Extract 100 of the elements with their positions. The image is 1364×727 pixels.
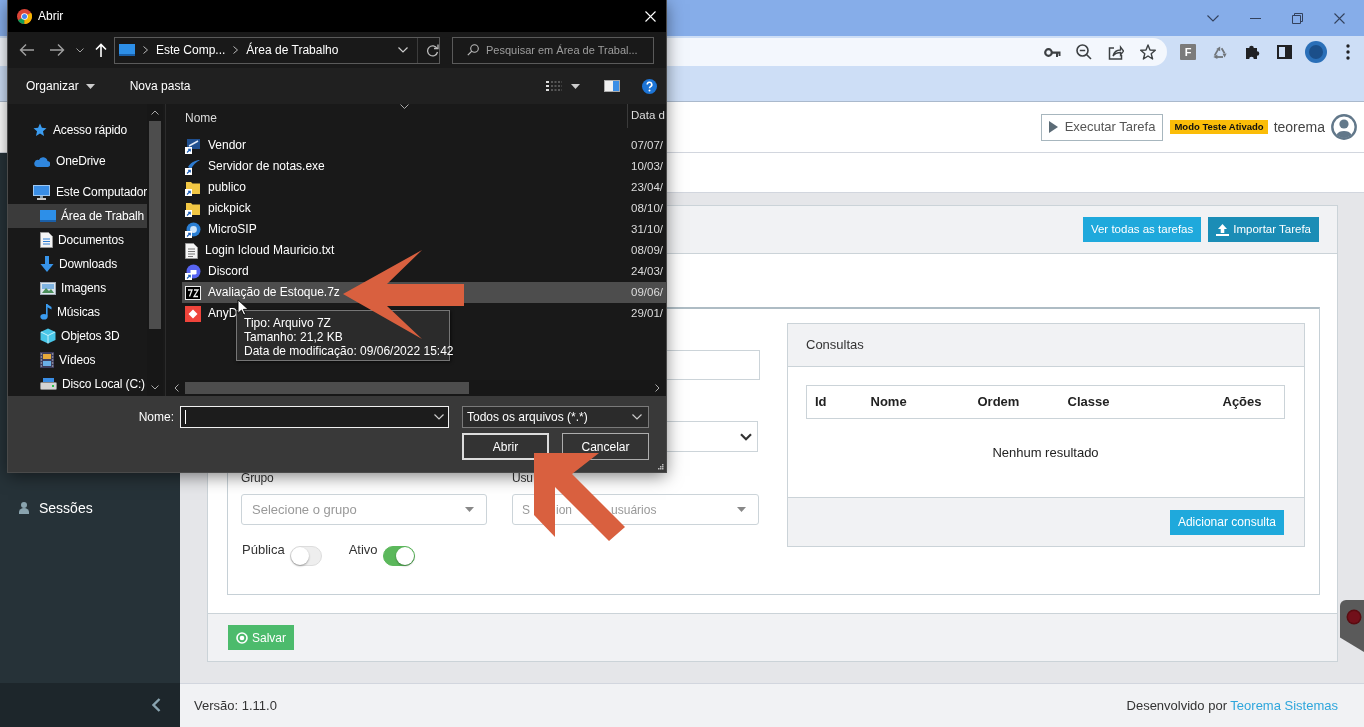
nav-item[interactable]: Este Computador (8, 180, 147, 204)
nav-item[interactable]: Músicas (8, 300, 147, 324)
scroll-up-icon[interactable] (151, 110, 159, 115)
key-icon[interactable] (1043, 47, 1061, 57)
file-name[interactable]: Avaliação de Estoque.7z (208, 286, 340, 299)
nav-item[interactable]: Objetos 3D (8, 324, 147, 348)
side-panel-icon[interactable] (1276, 45, 1292, 59)
file-name[interactable]: AnyD (208, 307, 238, 320)
tooltip-line: Data de modificação: 09/06/2022 15:42 (244, 344, 454, 358)
toggle-switch[interactable] (382, 546, 415, 566)
zoom-out-icon[interactable] (1076, 44, 1092, 60)
scrollbar-thumb[interactable] (149, 121, 161, 329)
desktop-icon (119, 44, 135, 56)
nav-item[interactable]: Disco Local (C:) (8, 372, 147, 396)
file-type-select[interactable]: Todos os arquivos (*.*) (462, 406, 649, 428)
scroll-left-icon[interactable] (174, 384, 179, 392)
resize-grip-icon[interactable] (657, 463, 664, 470)
file-date: 10/03/ (631, 158, 664, 174)
column-header: Id (815, 394, 827, 410)
extension-button[interactable]: F (1180, 44, 1196, 60)
nav-item[interactable]: Acesso rápido (8, 118, 147, 142)
profile-avatar-icon[interactable] (1305, 41, 1327, 63)
round-app-icon (185, 221, 201, 238)
file-name[interactable]: Login Icloud Mauricio.txt (205, 244, 335, 257)
minimize-icon[interactable] (1249, 17, 1261, 19)
share-icon[interactable] (1108, 44, 1124, 60)
star-icon[interactable] (1140, 44, 1156, 60)
scrollbar-thumb[interactable] (185, 382, 469, 394)
toggle-label: Ativo (348, 542, 378, 558)
file-date: 24/03/ (631, 263, 664, 279)
file-name[interactable]: Servidor de notas.exe (208, 160, 325, 173)
caret-down-icon (465, 507, 474, 512)
file-date: 08/10/ (631, 200, 664, 216)
nav-item[interactable]: Imagens (8, 276, 147, 300)
import-button[interactable]: Importar Tarefa (1208, 217, 1319, 242)
toggle-label: Pública (242, 542, 285, 558)
document-icon (40, 232, 53, 248)
address-bar[interactable]: Este Comp... Área de Trabalho (114, 36, 440, 64)
help-icon[interactable] (642, 78, 657, 94)
caret-down-icon[interactable] (571, 83, 580, 89)
record-dot-icon (1346, 609, 1362, 625)
file-date: 31/10/ (631, 221, 664, 237)
chevron-down-icon (632, 414, 642, 420)
file-name-field[interactable] (180, 406, 449, 428)
breadcrumb-item[interactable]: Área de Trabalho (246, 41, 339, 59)
column-header: Classe (1067, 394, 1110, 410)
scroll-right-icon[interactable] (655, 384, 660, 392)
refresh-icon[interactable] (426, 43, 439, 57)
column-header: Ações (1222, 394, 1262, 410)
chevron-left-icon[interactable] (152, 698, 161, 712)
field-label: Usu (512, 471, 533, 485)
caret-down-icon (85, 83, 95, 89)
puzzle-icon[interactable] (1244, 44, 1260, 60)
file-name[interactable]: MicroSIP (208, 223, 257, 236)
restore-icon[interactable] (1291, 12, 1303, 24)
file-date: 08/09/ (631, 242, 664, 258)
forward-arrow-icon[interactable] (49, 43, 65, 57)
breadcrumb-item[interactable]: Este Comp... (156, 41, 226, 59)
details-view-icon[interactable] (546, 80, 562, 92)
recycle-icon[interactable] (1212, 45, 1228, 59)
circle-dot-icon (236, 631, 248, 644)
file-name[interactable]: Discord (208, 265, 249, 278)
column-header[interactable]: Nome (185, 110, 217, 126)
open-button[interactable]: Abrir (462, 433, 549, 460)
file-name[interactable]: publico (208, 181, 247, 194)
column-header[interactable]: Data d (631, 107, 665, 125)
back-arrow-icon[interactable] (19, 43, 35, 57)
nav-item[interactable]: Documentos (8, 228, 147, 252)
nav-item[interactable]: Downloads (8, 252, 147, 276)
file-name[interactable]: pickpick (208, 202, 251, 215)
archive-file-icon (185, 285, 201, 300)
sort-chevron-icon[interactable] (400, 104, 409, 109)
user-avatar-icon[interactable] (1331, 114, 1357, 140)
upload-icon (1216, 223, 1230, 236)
caret-down-icon (737, 507, 746, 512)
chevron-down-icon[interactable] (76, 47, 84, 53)
chevron-right-icon (233, 46, 239, 54)
round-app-icon (185, 263, 201, 280)
sidebar-item[interactable]: Sessões (19, 496, 93, 520)
scroll-down-icon[interactable] (151, 385, 159, 390)
app-shortcut-icon (185, 158, 201, 175)
nav-item[interactable]: Área de Trabalh (8, 204, 147, 228)
run-task-button[interactable]: Executar Tarefa (1040, 113, 1164, 141)
star-icon (33, 123, 47, 137)
tooltip-line: Tamanho: 21,2 KB (244, 330, 343, 344)
menu-button[interactable]: Organizar (26, 77, 95, 95)
toolbar-button[interactable]: Nova pasta (129, 77, 191, 95)
nav-item[interactable]: Vídeos (8, 348, 147, 372)
empty-message: Nenhum resultado (992, 444, 1099, 462)
file-date: 29/01/ (631, 305, 664, 321)
dialog-title: Abrir (38, 8, 64, 25)
column-header: Ordem (977, 394, 1020, 410)
more-options-icon[interactable] (1346, 44, 1350, 60)
file-name[interactable]: Vendor (208, 139, 247, 152)
text-file-icon (185, 242, 198, 259)
up-arrow-icon[interactable] (95, 43, 107, 57)
search-field[interactable]: Pesquisar em Área de Trabal... (452, 36, 654, 64)
preview-pane-icon[interactable] (604, 80, 620, 92)
nav-item[interactable]: OneDrive (8, 149, 147, 173)
play-icon (1048, 121, 1058, 133)
